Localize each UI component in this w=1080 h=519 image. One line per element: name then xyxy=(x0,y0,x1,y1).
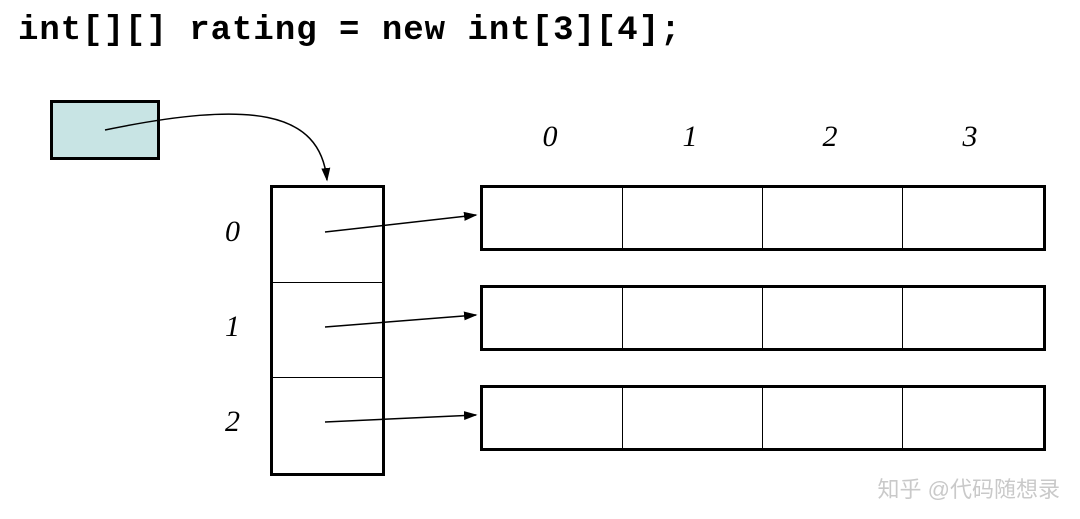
col-label-3: 3 xyxy=(900,120,1040,154)
cell-0-0 xyxy=(483,188,623,248)
inner-array-0 xyxy=(480,185,1046,251)
cell-1-3 xyxy=(903,288,1043,348)
outer-array xyxy=(270,185,385,476)
cell-2-0 xyxy=(483,388,623,448)
cell-2-3 xyxy=(903,388,1043,448)
col-label-1: 1 xyxy=(620,120,760,154)
cell-0-1 xyxy=(623,188,763,248)
cell-2-1 xyxy=(623,388,763,448)
cell-0-3 xyxy=(903,188,1043,248)
column-labels: 0 1 2 3 xyxy=(480,120,1040,154)
cell-2-2 xyxy=(763,388,903,448)
code-declaration: int[][] rating = new int[3][4]; xyxy=(18,12,682,50)
cell-1-1 xyxy=(623,288,763,348)
outer-index-0: 0 xyxy=(225,215,240,249)
inner-array-2 xyxy=(480,385,1046,451)
outer-cell-2 xyxy=(273,378,382,473)
cell-1-0 xyxy=(483,288,623,348)
col-label-2: 2 xyxy=(760,120,900,154)
outer-index-1: 1 xyxy=(225,310,240,344)
cell-0-2 xyxy=(763,188,903,248)
watermark: 知乎 @代码随想录 xyxy=(878,472,1060,504)
outer-index-2: 2 xyxy=(225,405,240,439)
reference-variable-box xyxy=(50,100,160,160)
cell-1-2 xyxy=(763,288,903,348)
outer-cell-0 xyxy=(273,188,382,283)
col-label-0: 0 xyxy=(480,120,620,154)
outer-cell-1 xyxy=(273,283,382,378)
inner-array-1 xyxy=(480,285,1046,351)
